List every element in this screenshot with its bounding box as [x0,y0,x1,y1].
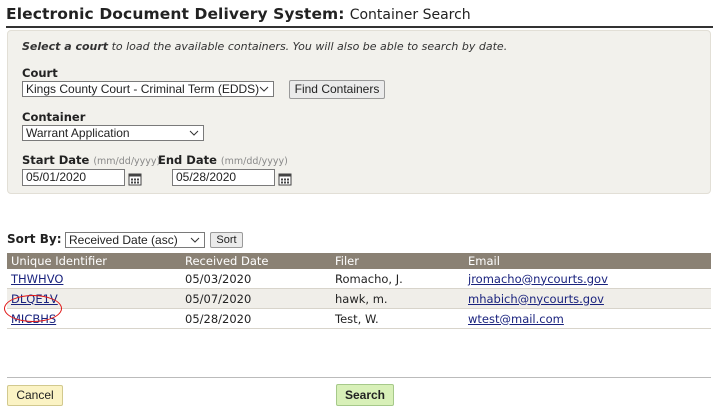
start-date-hint: (mm/dd/yyyy) [93,156,161,167]
identifier-cell: THWHVO [7,269,181,289]
received-date-cell: 05/07/2020 [181,288,331,309]
start-date-input[interactable]: 05/01/2020 [22,169,125,186]
email-link[interactable]: wtest@mail.com [468,312,564,326]
filer-cell: Romacho, J. [331,269,464,289]
email-cell: mhabich@nycourts.gov [464,288,711,309]
sort-by-label: Sort By: [7,232,62,246]
footer-divider [7,377,711,378]
column-header-unique-identifier[interactable]: Unique Identifier [7,253,181,269]
search-panel: Select a court to load the available con… [7,30,711,194]
received-date-cell: 05/28/2020 [181,308,331,329]
page-title-sub: Container Search [349,7,471,23]
cancel-button[interactable]: Cancel [7,385,63,406]
table-row: THWHVO 05/03/2020 Romacho, J. jromacho@n… [7,269,711,289]
end-date-label: End Date (mm/dd/yyyy) [158,153,288,167]
chevron-down-icon [259,86,269,92]
results-table: Unique Identifier Received Date Filer Em… [7,253,711,329]
court-select-value: Kings County Court - Criminal Term (EDDS… [26,82,260,96]
court-label: Court [22,66,58,80]
end-date-hint: (mm/dd/yyyy) [220,156,288,167]
start-date-label: Start Date (mm/dd/yyyy) [22,153,160,167]
page-title: Electronic Document Delivery System: Con… [6,4,713,28]
container-select[interactable]: Warrant Application [22,125,204,141]
sort-select[interactable]: Received Date (asc) [65,232,205,248]
table-header-row: Unique Identifier Received Date Filer Em… [7,253,711,269]
email-link[interactable]: jromacho@nycourts.gov [468,272,608,286]
start-date-label-text: Start Date [22,153,90,167]
email-cell: wtest@mail.com [464,308,711,329]
sort-select-value: Received Date (asc) [69,233,178,247]
table-row: MICBHS 05/28/2020 Test, W. wtest@mail.co… [7,308,711,329]
identifier-cell: MICBHS [7,308,181,329]
column-header-received-date[interactable]: Received Date [181,253,331,269]
identifier-link[interactable]: MICBHS [11,312,56,326]
end-date-label-text: End Date [158,153,217,167]
identifier-link[interactable]: DLQE1V [11,292,58,306]
identifier-cell: DLQE1V [7,288,181,309]
calendar-icon[interactable] [128,172,142,186]
calendar-icon[interactable] [278,172,292,186]
filer-cell: hawk, m. [331,288,464,309]
chevron-down-icon [189,130,199,136]
column-header-email[interactable]: Email [464,253,711,269]
sort-button[interactable]: Sort [210,232,243,248]
chevron-down-icon [190,237,200,243]
received-date-cell: 05/03/2020 [181,269,331,289]
table-row: DLQE1V 05/07/2020 hawk, m. mhabich@nycou… [7,288,711,309]
court-select[interactable]: Kings County Court - Criminal Term (EDDS… [22,81,274,97]
email-link[interactable]: mhabich@nycourts.gov [468,292,604,306]
filer-cell: Test, W. [331,308,464,329]
container-label: Container [22,110,86,124]
find-containers-button[interactable]: Find Containers [289,80,385,99]
instructions-bold: Select a court [22,40,109,53]
column-header-filer[interactable]: Filer [331,253,464,269]
search-button[interactable]: Search [336,384,394,406]
email-cell: jromacho@nycourts.gov [464,269,711,289]
instructions-text: to load the available containers. You wi… [111,40,508,53]
container-select-value: Warrant Application [26,126,130,140]
page-title-main: Electronic Document Delivery System: [6,5,345,23]
instructions: Select a court to load the available con… [22,40,507,53]
end-date-input[interactable]: 05/28/2020 [172,169,275,186]
identifier-link[interactable]: THWHVO [11,272,63,286]
